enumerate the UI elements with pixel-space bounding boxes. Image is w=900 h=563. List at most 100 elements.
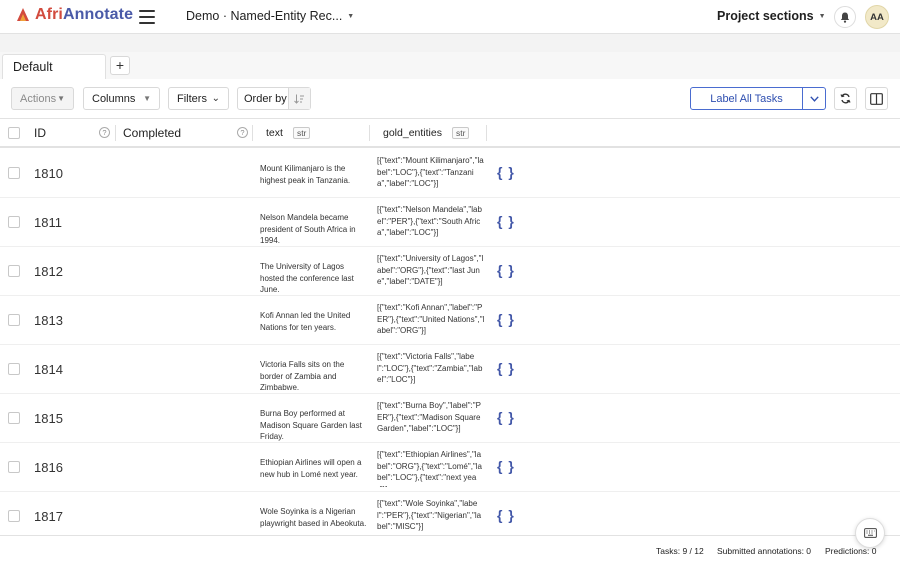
row-checkbox[interactable] xyxy=(8,216,20,228)
tab-default[interactable]: Default xyxy=(2,54,106,80)
task-table-body: 1810 Mount Kilimanjaro is the highest pe… xyxy=(0,149,900,535)
columns-toggle-icon[interactable] xyxy=(865,87,888,110)
help-icon[interactable]: ? xyxy=(99,127,110,138)
project-sections-label: Project sections xyxy=(717,9,814,23)
row-gold-entities: [{"text":"University of Lagos","label":"… xyxy=(377,254,484,286)
column-divider xyxy=(369,125,370,141)
table-row[interactable]: 1816 Ethiopian Airlines will open a new … xyxy=(0,443,900,492)
row-text: Ethiopian Airlines will open a new hub i… xyxy=(260,458,362,479)
label-all-tasks-button[interactable]: Label All Tasks xyxy=(690,87,826,110)
tabs-background xyxy=(0,52,900,79)
json-brace-icon[interactable]: { } xyxy=(497,360,515,376)
column-header-text[interactable]: text str xyxy=(266,127,311,139)
column-header-gold-entities-label: gold_entities xyxy=(383,127,442,139)
row-text: Nelson Mandela became president of South… xyxy=(260,213,356,245)
json-brace-icon[interactable]: { } xyxy=(497,409,515,425)
json-brace-icon[interactable]: { } xyxy=(497,164,515,180)
table-row[interactable]: 1814 Victoria Falls sits on the border o… xyxy=(0,345,900,394)
top-bar: AfriAnnotate Demo · Named-Entity Rec... … xyxy=(0,0,900,34)
status-footer: Tasks: 9 / 12 Submitted annotations: 0 P… xyxy=(0,535,900,563)
chevron-down-icon: ▼ xyxy=(143,94,151,103)
add-tab-button[interactable]: + xyxy=(110,56,130,75)
hamburger-icon[interactable] xyxy=(139,10,155,24)
row-id: 1814 xyxy=(34,362,63,377)
json-brace-icon[interactable]: { } xyxy=(497,458,515,474)
chevron-down-icon: ▼ xyxy=(57,94,65,103)
column-header-id[interactable]: ID xyxy=(34,126,46,140)
order-by-label: Order by xyxy=(244,92,287,105)
caret-down-icon: ▼ xyxy=(818,12,826,20)
json-brace-icon[interactable]: { } xyxy=(497,311,515,327)
column-header-completed-label: Completed xyxy=(123,126,182,140)
logo-text-afri: Afri xyxy=(35,6,63,23)
row-text: Wole Soyinka is a Nigerian playwright ba… xyxy=(260,507,367,528)
project-breadcrumb[interactable]: Demo · Named-Entity Rec... ▼ xyxy=(186,9,354,23)
table-row[interactable]: 1812 The University of Lagos hosted the … xyxy=(0,247,900,296)
column-header-id-label: ID xyxy=(34,126,46,140)
column-header-text-label: text xyxy=(266,127,283,139)
row-checkbox[interactable] xyxy=(8,314,20,326)
json-brace-icon[interactable]: { } xyxy=(497,262,515,278)
table-row[interactable]: 1813 Kofi Annan led the United Nations f… xyxy=(0,296,900,345)
order-by-button[interactable]: Order by xyxy=(237,87,311,110)
row-checkbox[interactable] xyxy=(8,510,20,522)
row-text: Victoria Falls sits on the border of Zam… xyxy=(260,360,345,392)
row-checkbox[interactable] xyxy=(8,412,20,424)
column-divider xyxy=(252,125,253,141)
row-id: 1816 xyxy=(34,460,63,475)
logo-mark-icon xyxy=(14,6,32,24)
view-tabs-strip: Default + xyxy=(0,34,900,80)
columns-button[interactable]: Columns ▼ xyxy=(83,87,160,110)
chevron-down-icon: ⌄ xyxy=(211,93,220,104)
select-all-checkbox[interactable] xyxy=(8,127,20,139)
bell-icon[interactable] xyxy=(834,6,856,28)
filters-label: Filters xyxy=(177,92,207,105)
row-id: 1812 xyxy=(34,264,63,279)
submitted-annotations-count: Submitted annotations: 0 xyxy=(717,546,812,556)
filters-button[interactable]: Filters ⌄ xyxy=(168,87,229,110)
table-row[interactable]: 1811 Nelson Mandela became president of … xyxy=(0,198,900,247)
row-text: Mount Kilimanjaro is the highest peak in… xyxy=(260,164,351,185)
table-row[interactable]: 1810 Mount Kilimanjaro is the highest pe… xyxy=(0,149,900,198)
project-sections-menu[interactable]: Project sections ▼ xyxy=(717,9,826,23)
refresh-icon[interactable] xyxy=(834,87,857,110)
row-text: Kofi Annan led the United Nations for te… xyxy=(260,311,351,332)
row-id: 1817 xyxy=(34,509,63,524)
caret-down-icon: ▼ xyxy=(347,12,355,20)
toolbar: Actions ▼ Columns ▼ Filters ⌄ Order by L… xyxy=(0,79,900,119)
row-id: 1813 xyxy=(34,313,63,328)
json-brace-icon[interactable]: { } xyxy=(497,213,515,229)
column-header-completed[interactable]: Completed xyxy=(123,126,181,140)
column-divider xyxy=(115,125,116,141)
column-header-gold-entities[interactable]: gold_entities str xyxy=(383,127,470,139)
row-checkbox[interactable] xyxy=(8,461,20,473)
avatar[interactable]: AA xyxy=(865,5,889,29)
row-gold-entities: [{"text":"Wole Soyinka","label":"PER"},{… xyxy=(377,499,482,531)
row-checkbox[interactable] xyxy=(8,363,20,375)
logo[interactable]: AfriAnnotate xyxy=(14,6,133,24)
row-id: 1811 xyxy=(34,215,62,230)
tasks-count: Tasks: 9 / 12 xyxy=(656,546,704,556)
columns-label: Columns xyxy=(92,92,136,105)
row-gold-entities: [{"text":"Mount Kilimanjaro","label":"LO… xyxy=(377,156,484,188)
table-header: ID ? Completed ? text str gold_entities … xyxy=(0,119,900,148)
sort-icon[interactable] xyxy=(288,88,310,109)
logo-text-annotate: Annotate xyxy=(62,6,134,23)
project-title: Demo · Named-Entity Rec... xyxy=(186,9,343,23)
label-all-tasks-label: Label All Tasks xyxy=(691,88,803,109)
help-icon[interactable]: ? xyxy=(237,127,248,138)
actions-button[interactable]: Actions ▼ xyxy=(11,87,74,110)
table-row[interactable]: 1815 Burna Boy performed at Madison Squa… xyxy=(0,394,900,443)
column-divider xyxy=(486,125,487,141)
row-checkbox[interactable] xyxy=(8,167,20,179)
row-checkbox[interactable] xyxy=(8,265,20,277)
row-gold-entities: [{"text":"Victoria Falls","label":"LOC"}… xyxy=(377,352,483,384)
table-row[interactable]: 1817 Wole Soyinka is a Nigerian playwrig… xyxy=(0,492,900,535)
keyboard-icon[interactable] xyxy=(855,518,885,548)
chevron-down-icon[interactable] xyxy=(803,88,825,109)
row-text: The University of Lagos hosted the confe… xyxy=(260,262,354,294)
row-gold-entities: [{"text":"Burna Boy","label":"PER"},{"te… xyxy=(377,401,481,433)
type-tag: str xyxy=(292,127,311,139)
row-gold-entities: [{"text":"Nelson Mandela","label":"PER"}… xyxy=(377,205,482,237)
json-brace-icon[interactable]: { } xyxy=(497,507,515,523)
